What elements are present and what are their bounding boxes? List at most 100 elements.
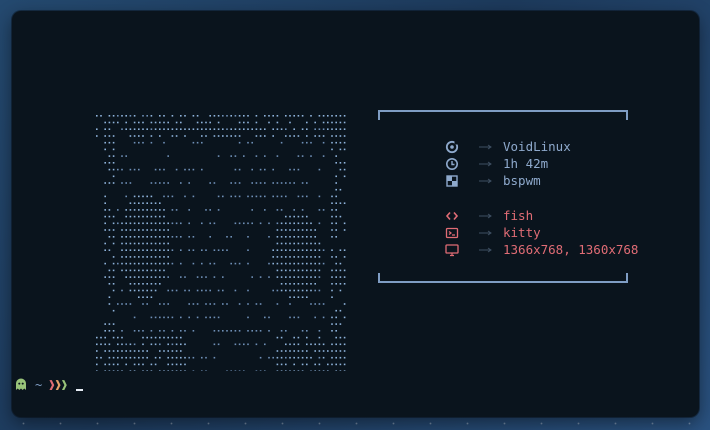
ascii-dot [184, 363, 186, 366]
ascii-dot [117, 303, 119, 305]
shell-prompt[interactable]: ~ ❱❱❱ [15, 377, 83, 393]
ascii-dot [243, 155, 245, 157]
ascii-dot [129, 256, 132, 258]
ascii-dot [108, 141, 111, 144]
ascii-dot [146, 209, 148, 211]
ascii-dot [125, 276, 127, 278]
ascii-dot [104, 202, 106, 204]
ascii-dot [272, 262, 274, 265]
ascii-dot [264, 155, 266, 157]
ascii-dot [289, 242, 291, 245]
ascii-dot [301, 236, 304, 238]
terminal-icon [445, 226, 459, 240]
ascii-dot [285, 242, 287, 245]
ascii-dot [104, 128, 106, 130]
ascii-dot [314, 370, 316, 371]
ascii-dot [289, 350, 291, 352]
ascii-dot [112, 162, 115, 164]
ascii-dot [243, 222, 245, 225]
ascii-dot [318, 135, 321, 137]
ascii-dot [213, 115, 216, 117]
ascii-dot [301, 356, 304, 359]
ascii-dot [192, 370, 195, 371]
ascii-dot [104, 148, 106, 151]
ascii-dot [163, 303, 165, 305]
ascii-dot [104, 336, 106, 339]
ascii-dot [167, 222, 169, 225]
ascii-dot [104, 141, 106, 144]
ascii-dot [306, 128, 308, 130]
ascii-dot [175, 236, 178, 238]
ascii-dot [217, 343, 220, 346]
ascii-dot [121, 262, 123, 265]
ascii-dot [322, 316, 325, 319]
ascii-dot [129, 115, 132, 117]
ascii-dot [175, 356, 178, 359]
ascii-dot [205, 276, 207, 278]
ascii-dot [180, 262, 182, 265]
ascii-dot [125, 182, 127, 184]
ascii-dot [159, 135, 161, 137]
ascii-dot [276, 229, 279, 231]
ascii-dot [112, 363, 115, 366]
ascii-dot [322, 343, 325, 346]
ascii-dot [234, 195, 237, 198]
ascii-dot [318, 209, 321, 211]
ascii-dot [205, 209, 207, 211]
ascii-dot [163, 370, 165, 371]
ascii-dot [234, 182, 237, 184]
ascii-dot [196, 316, 199, 319]
ascii-dot [129, 242, 132, 245]
ascii-dot [167, 256, 169, 258]
ascii-dot [146, 269, 148, 272]
ascii-dot [264, 115, 266, 117]
ascii-dot [163, 115, 165, 117]
ascii-dot [285, 350, 287, 352]
ascii-dot [297, 222, 300, 225]
ascii-dot [276, 276, 279, 278]
ascii-dot [129, 209, 132, 211]
ascii-dot [331, 289, 333, 292]
ascii-dot [247, 249, 249, 251]
ascii-dot [184, 135, 186, 137]
ascii-dot [331, 121, 333, 124]
ascii-dot [238, 262, 241, 265]
ascii-dot [150, 242, 153, 245]
ascii-dot [318, 256, 321, 258]
ascii-dot [226, 303, 228, 305]
ascii-dot [175, 336, 178, 339]
ascii-dot [129, 350, 132, 352]
ascii-dot [268, 316, 270, 319]
ascii-dot [251, 209, 253, 211]
ascii-dot [289, 256, 291, 258]
ascii-dot [171, 249, 174, 251]
ascii-dot [142, 128, 144, 130]
ascii-dot [125, 236, 127, 238]
ascii-dot [306, 249, 308, 251]
ascii-dot [314, 128, 316, 130]
ascii-dot [159, 249, 161, 251]
ascii-dot [331, 269, 333, 272]
ascii-dot [297, 316, 300, 319]
ascii-dot [243, 343, 245, 346]
ascii-dot [264, 209, 266, 211]
ascii-dot [192, 330, 195, 332]
ascii-dot [171, 330, 174, 332]
ascii-dot [213, 303, 216, 305]
ascii-dot [129, 135, 132, 137]
ascii-dot [171, 209, 174, 211]
ascii-dot [293, 182, 295, 184]
ascii-dot [339, 202, 342, 204]
terminal-window[interactable]: VoidLinux 1h 42m bspwm fish kitty 1366x7… [12, 11, 699, 417]
ascii-dot [205, 289, 207, 292]
ascii-dot [318, 303, 321, 305]
ascii-dot [310, 229, 312, 231]
ascii-dot [335, 343, 337, 346]
ascii-dot [276, 249, 279, 251]
ascii-dot [154, 289, 157, 292]
ascii-dot [306, 195, 308, 198]
ascii-dot [138, 276, 140, 278]
ascii-dot [314, 249, 316, 251]
ascii-dot [138, 363, 140, 366]
ascii-dot [272, 135, 274, 137]
